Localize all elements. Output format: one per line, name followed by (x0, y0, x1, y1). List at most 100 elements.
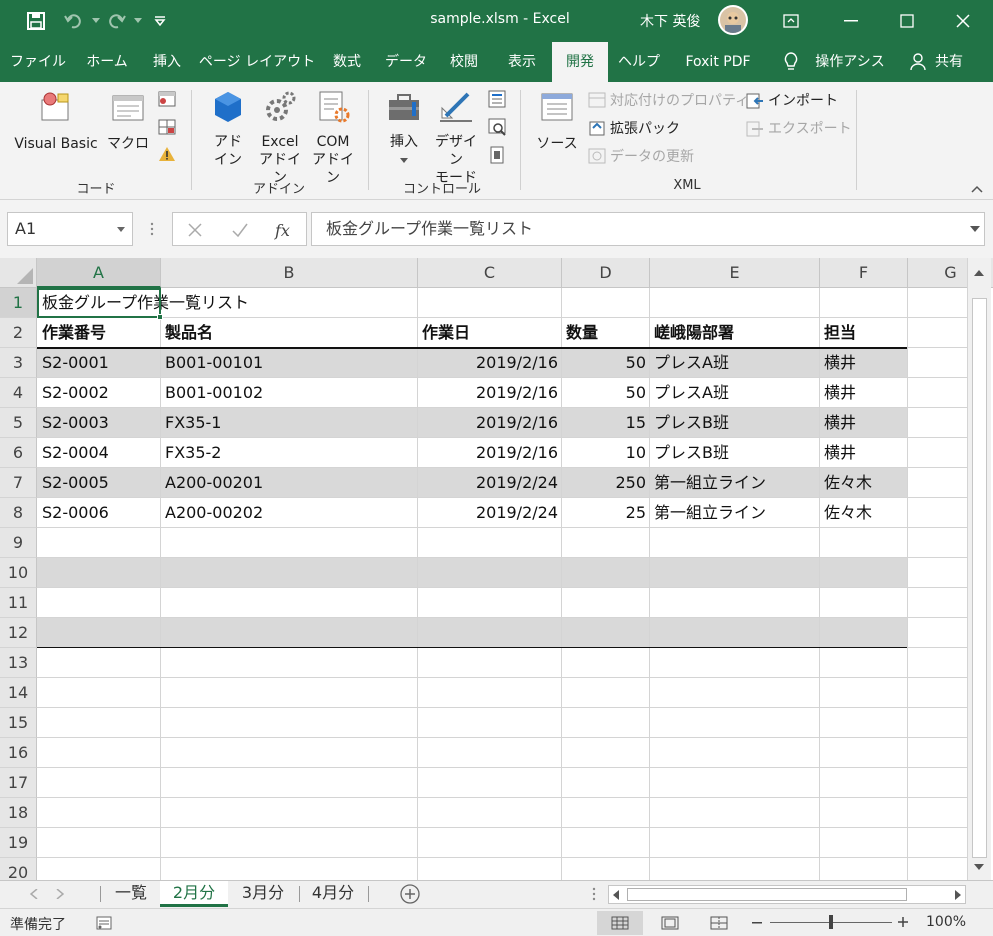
zoom-level[interactable]: 100% (926, 914, 966, 930)
row-header[interactable]: 17 (0, 768, 37, 798)
normal-view-button[interactable] (597, 911, 643, 935)
sheet-tab-feb[interactable]: 2月分 (160, 881, 228, 907)
data-cell[interactable]: 50 (562, 378, 650, 408)
fill-handle[interactable] (157, 314, 163, 320)
map-properties-button[interactable]: 対応付けのプロパティ (588, 90, 749, 110)
macro-button[interactable]: マクロ (106, 90, 150, 153)
visual-basic-button[interactable]: Visual Basic (10, 90, 102, 153)
row-header[interactable]: 9 (0, 528, 37, 558)
import-button[interactable]: インポート (746, 90, 838, 110)
select-all-corner[interactable] (0, 258, 37, 288)
column-header-e[interactable]: E (650, 258, 820, 288)
row-header[interactable]: 19 (0, 828, 37, 858)
enter-check-icon[interactable] (231, 222, 249, 238)
data-cell[interactable]: 2019/2/24 (418, 468, 562, 498)
minimize-icon[interactable] (826, 0, 876, 42)
data-cell[interactable]: S2-0006 (38, 498, 113, 528)
zoom-slider-knob[interactable] (829, 915, 833, 929)
horizontal-scrollbar[interactable] (608, 885, 966, 904)
tab-developer[interactable]: 開発 (552, 42, 608, 82)
share-button[interactable]: 共有 (930, 42, 968, 82)
data-cell[interactable]: B001-00101 (161, 348, 267, 378)
data-cell[interactable]: 2019/2/24 (418, 498, 562, 528)
data-cell[interactable]: S2-0001 (38, 348, 113, 378)
customize-qat-icon[interactable] (148, 9, 172, 33)
tab-view[interactable]: 表示 (494, 42, 550, 82)
name-box[interactable]: A1 (7, 212, 133, 246)
data-cell[interactable]: FX35-2 (161, 438, 225, 468)
formula-bar-grip-icon[interactable] (150, 222, 154, 240)
redo-icon[interactable] (104, 9, 128, 33)
tab-foxit-pdf[interactable]: Foxit PDF (672, 42, 764, 82)
row-header[interactable]: 7 (0, 468, 37, 498)
row-header[interactable]: 8 (0, 498, 37, 528)
row-header[interactable]: 20 (0, 858, 37, 880)
addin-button[interactable]: アド イン (206, 90, 250, 169)
spreadsheet-grid[interactable]: A B C D E F G 1 2 3 4 5 6 7 8 9 10 11 12… (0, 258, 993, 880)
row-header[interactable]: 15 (0, 708, 37, 738)
data-cell[interactable]: プレスB班 (650, 408, 733, 438)
row-header[interactable]: 13 (0, 648, 37, 678)
row-header[interactable]: 10 (0, 558, 37, 588)
cancel-icon[interactable] (187, 222, 203, 238)
lightbulb-icon[interactable] (776, 42, 806, 82)
row-header[interactable]: 3 (0, 348, 37, 378)
header-cell-department[interactable]: 嵯峨陽部署 (650, 318, 738, 348)
tab-formulas[interactable]: 数式 (322, 42, 372, 82)
data-cell[interactable]: プレスA班 (650, 378, 733, 408)
excel-addins-button[interactable]: Excel アドイン (254, 90, 306, 187)
data-cell[interactable]: B001-00102 (161, 378, 267, 408)
next-sheet-icon[interactable] (56, 889, 64, 899)
data-cell[interactable]: 10 (562, 438, 650, 468)
tell-me-search[interactable]: 操作アシス (808, 42, 892, 82)
insert-control-button[interactable]: 挿入 (380, 90, 428, 169)
avatar[interactable] (718, 5, 748, 35)
column-header-c[interactable]: C (418, 258, 562, 288)
share-user-icon[interactable] (908, 42, 928, 82)
maximize-icon[interactable] (882, 0, 932, 42)
collapse-ribbon-icon[interactable] (971, 182, 983, 193)
zoom-in-icon[interactable] (898, 917, 910, 929)
horizontal-scroll-thumb[interactable] (627, 888, 907, 901)
insert-function-icon[interactable]: fx (273, 220, 295, 240)
run-dialog-icon[interactable] (488, 146, 506, 164)
data-cell[interactable]: A200-00201 (161, 468, 267, 498)
data-cell[interactable]: 2019/2/16 (418, 378, 562, 408)
macro-record-status-icon[interactable] (96, 916, 112, 930)
com-addins-button[interactable]: COM アドイン (308, 90, 358, 187)
header-cell-quantity[interactable]: 数量 (562, 318, 602, 348)
undo-icon[interactable] (62, 9, 86, 33)
tab-review[interactable]: 校閲 (438, 42, 490, 82)
row-header[interactable]: 18 (0, 798, 37, 828)
row-header[interactable]: 11 (0, 588, 37, 618)
vertical-scroll-thumb[interactable] (972, 298, 987, 858)
data-cell[interactable]: S2-0004 (38, 438, 113, 468)
page-break-view-button[interactable] (696, 911, 742, 935)
vertical-scrollbar[interactable] (967, 258, 991, 880)
data-cell[interactable]: 佐々木 (820, 468, 876, 498)
properties-icon[interactable] (488, 90, 506, 108)
tab-file[interactable]: ファイル (4, 42, 72, 82)
row-header[interactable]: 2 (0, 318, 37, 348)
row-header[interactable]: 4 (0, 378, 37, 408)
user-name[interactable]: 木下 英俊 (640, 11, 700, 31)
data-cell[interactable]: 横井 (820, 438, 860, 468)
export-button[interactable]: エクスポート (746, 118, 852, 138)
data-cell[interactable]: 横井 (820, 378, 860, 408)
redo-dropdown-icon[interactable] (126, 9, 150, 33)
data-cell[interactable]: 2019/2/16 (418, 438, 562, 468)
header-cell-work-no[interactable]: 作業番号 (38, 318, 110, 348)
page-layout-view-button[interactable] (647, 911, 693, 935)
sheet-tab-mar[interactable]: 3月分 (230, 881, 296, 907)
add-sheet-icon[interactable] (399, 883, 421, 905)
data-cell[interactable]: 佐々木 (820, 498, 876, 528)
tab-page-layout[interactable]: ページ レイアウト (196, 42, 318, 82)
column-header-f[interactable]: F (820, 258, 908, 288)
data-cell[interactable]: 25 (562, 498, 650, 528)
data-cell[interactable]: 第一組立ライン (650, 498, 770, 528)
row-header[interactable]: 5 (0, 408, 37, 438)
data-cell[interactable]: 横井 (820, 408, 860, 438)
header-cell-assignee[interactable]: 担当 (820, 318, 860, 348)
ribbon-display-options-icon[interactable] (766, 0, 816, 42)
row-header[interactable]: 6 (0, 438, 37, 468)
